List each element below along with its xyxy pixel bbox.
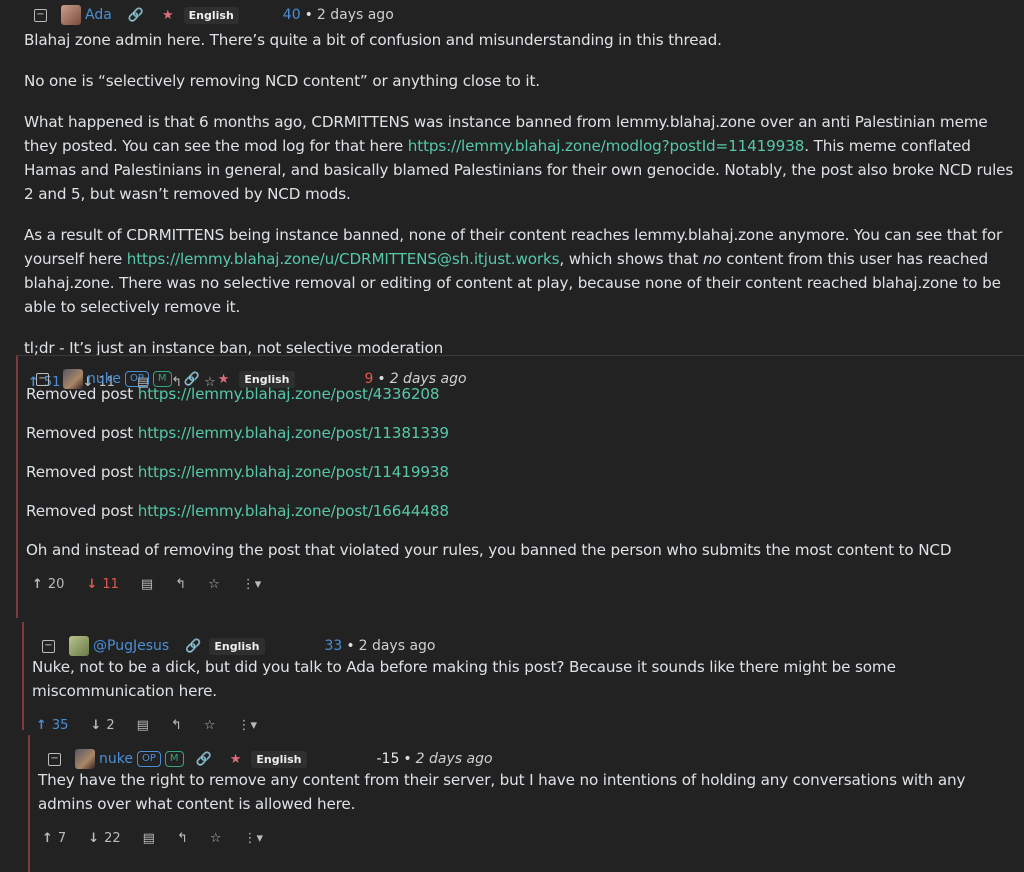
reply-icon[interactable]: ↰ <box>175 577 186 592</box>
timestamp: 2 days ago <box>415 751 493 767</box>
mod-badge: M <box>164 751 184 767</box>
username[interactable]: @PugJesus <box>93 638 169 654</box>
modlog-link[interactable]: https://lemmy.blahaj.zone/modlog?postId=… <box>408 137 805 155</box>
paragraph: No one is “selectively removing NCD cont… <box>24 72 540 90</box>
star-icon[interactable]: ☆ <box>210 831 222 846</box>
view-source-icon[interactable]: ▤ <box>141 577 153 592</box>
score-time: 40 • 2 days ago <box>282 7 394 23</box>
comment-pugjesus: − @PugJesus 🔗 English 33 • 2 days ago Nuke… <box>22 622 1024 733</box>
comment-body: They have the right to remove any conten… <box>30 768 1024 816</box>
timestamp: 2 days ago <box>358 638 436 654</box>
upvote-button[interactable]: ↑ 35 <box>36 718 68 733</box>
comment-actions: ↑ 7 ↓ 22 ▤ ↰ ☆ ⋮▾ <box>30 824 1024 852</box>
username[interactable]: Ada <box>85 7 112 23</box>
paragraph: As a result of CDRMITTENS being instance… <box>24 226 1003 316</box>
star-icon[interactable]: ☆ <box>208 577 220 592</box>
username[interactable]: nuke <box>99 751 133 767</box>
downvote-button[interactable]: ↓ 2 <box>90 718 114 733</box>
comment-body: Removed post https://lemmy.blahaj.zone/p… <box>18 382 1024 562</box>
collapse-icon[interactable]: − <box>42 639 55 653</box>
op-badge: OP <box>136 751 161 767</box>
link-icon[interactable]: 🔗 <box>128 8 144 23</box>
link-icon[interactable]: 🔗 <box>196 752 212 767</box>
view-source-icon[interactable]: ▤ <box>137 718 149 733</box>
avatar[interactable] <box>69 636 89 656</box>
arrow-up-icon: ↑ <box>32 576 43 592</box>
more-options-icon[interactable]: ⋮▾ <box>244 831 264 846</box>
more-options-icon[interactable]: ⋮▾ <box>242 577 262 592</box>
comment-nuke: − nuke OP M 🔗 ★ English 9 • 2 days ago Rem… <box>16 355 1024 618</box>
paragraph: Oh and instead of removing the post that… <box>26 541 952 559</box>
paragraph: Blahaj zone admin here. There’s quite a … <box>24 31 722 49</box>
paragraph: Removed post https://lemmy.blahaj.zone/p… <box>26 502 449 520</box>
more-options-icon[interactable]: ⋮▾ <box>238 718 258 733</box>
reply-icon[interactable]: ↰ <box>177 831 188 846</box>
collapse-icon[interactable]: − <box>48 752 61 766</box>
reply-icon[interactable]: ↰ <box>171 718 182 733</box>
star-icon[interactable]: ☆ <box>204 718 216 733</box>
arrow-down-icon: ↓ <box>86 576 98 592</box>
timestamp: 2 days ago <box>316 7 394 23</box>
paragraph: Removed post https://lemmy.blahaj.zone/p… <box>26 424 449 442</box>
post-link[interactable]: https://lemmy.blahaj.zone/post/4336208 <box>138 385 440 403</box>
language-badge: English <box>251 750 307 768</box>
paragraph: Nuke, not to be a dick, but did you talk… <box>32 658 896 700</box>
downvote-button[interactable]: ↓ 11 <box>86 577 118 592</box>
paragraph: Removed post https://lemmy.blahaj.zone/p… <box>26 463 449 481</box>
score-time: 33 • 2 days ago <box>324 638 436 654</box>
pride-star-icon: ★ <box>229 751 242 767</box>
pride-star-icon: ★ <box>161 7 174 23</box>
arrow-up-icon: ↑ <box>36 717 47 733</box>
comment-ada: − Ada 🔗 ★ English 40 • 2 days ago Blahaj z… <box>0 0 1024 396</box>
language-badge: English <box>183 6 239 24</box>
post-link[interactable]: https://lemmy.blahaj.zone/post/11381339 <box>138 424 449 442</box>
view-source-icon[interactable]: ▤ <box>143 831 155 846</box>
arrow-down-icon: ↓ <box>88 830 100 846</box>
comment-score: 40 <box>282 7 301 23</box>
link-icon[interactable]: 🔗 <box>185 639 201 654</box>
comment-actions: ↑ 20 ↓ 11 ▤ ↰ ☆ ⋮▾ <box>18 570 1024 598</box>
language-badge: English <box>209 637 265 655</box>
comment-body: Nuke, not to be a dick, but did you talk… <box>24 655 1024 703</box>
comment-nuke-reply: − nuke OP M 🔗 ★ English -15 • 2 days ago T… <box>28 735 1024 872</box>
score-time: -15 • 2 days ago <box>376 751 493 767</box>
comment-score: 33 <box>324 638 343 654</box>
paragraph: What happened is that 6 months ago, CDRM… <box>24 113 1014 203</box>
comment-body: Blahaj zone admin here. There’s quite a … <box>0 28 1024 360</box>
arrow-down-icon: ↓ <box>90 717 102 733</box>
downvote-button[interactable]: ↓ 22 <box>88 831 120 846</box>
avatar[interactable] <box>75 749 95 769</box>
upvote-button[interactable]: ↑ 20 <box>32 577 64 592</box>
arrow-up-icon: ↑ <box>42 830 53 846</box>
upvote-button[interactable]: ↑ 7 <box>42 831 66 846</box>
post-link[interactable]: https://lemmy.blahaj.zone/post/16644488 <box>138 502 449 520</box>
comment-header: − Ada 🔗 ★ English 40 • 2 days ago <box>0 0 1024 30</box>
paragraph: They have the right to remove any conten… <box>38 771 966 813</box>
avatar[interactable] <box>61 5 81 25</box>
comment-score: -15 <box>376 751 400 767</box>
user-profile-link[interactable]: https://lemmy.blahaj.zone/u/CDRMITTENS@s… <box>127 250 560 268</box>
collapse-icon[interactable]: − <box>34 8 47 22</box>
post-link[interactable]: https://lemmy.blahaj.zone/post/11419938 <box>138 463 449 481</box>
paragraph: Removed post https://lemmy.blahaj.zone/p… <box>26 385 440 403</box>
